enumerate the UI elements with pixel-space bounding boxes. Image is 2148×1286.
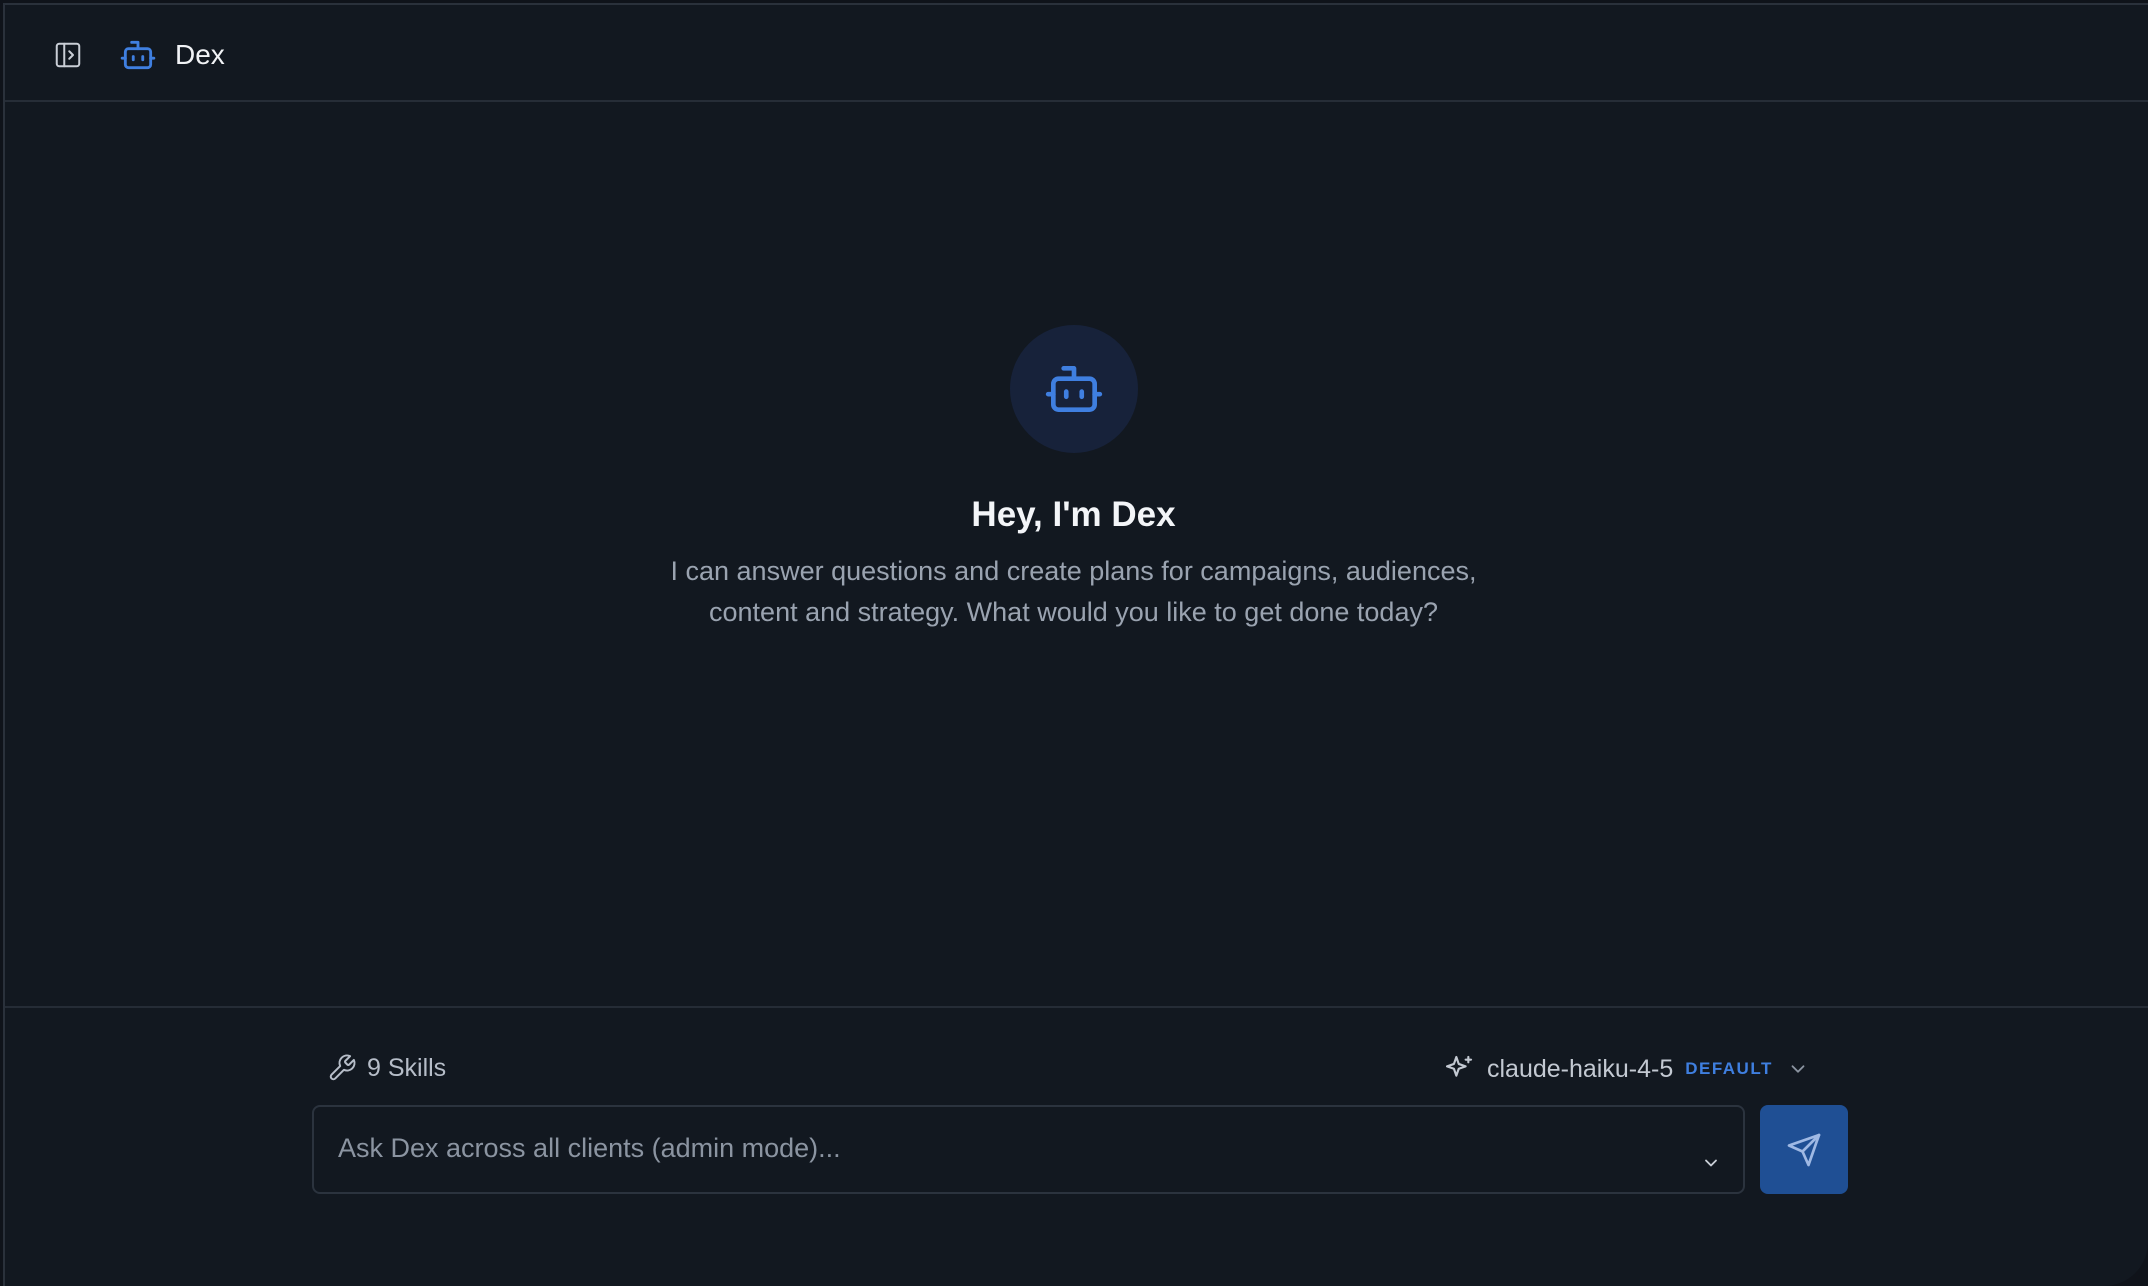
page-title: Dex xyxy=(175,39,225,70)
sidebar-toggle-icon xyxy=(55,42,81,68)
chat-input-container xyxy=(312,1105,1745,1194)
chat-input[interactable] xyxy=(314,1107,1743,1169)
header-bar: Dex xyxy=(5,5,2148,102)
robot-icon xyxy=(1045,366,1102,412)
sidebar-toggle-button[interactable] xyxy=(51,38,85,72)
welcome-title: Hey, I'm Dex xyxy=(971,495,1176,534)
send-button[interactable] xyxy=(1760,1105,1848,1194)
model-name: claude-haiku-4-5 xyxy=(1487,1054,1674,1083)
robot-icon xyxy=(120,40,156,70)
skills-button[interactable]: 9 Skills xyxy=(327,1053,446,1083)
send-icon xyxy=(1787,1133,1821,1166)
wrench-icon xyxy=(329,1054,356,1081)
sparkles-icon xyxy=(1445,1055,1473,1077)
app-window: Dex Hey, I'm Dex I can answer questions … xyxy=(3,3,2148,1286)
chevron-down-icon xyxy=(1787,1058,1809,1080)
assistant-avatar xyxy=(1009,325,1138,453)
model-selector[interactable]: claude-haiku-4-5 DEFAULT xyxy=(1443,1053,1809,1085)
composer-divider xyxy=(5,1006,2148,1008)
input-expand-button[interactable] xyxy=(1699,1151,1723,1175)
welcome-subtitle: I can answer questions and create plans … xyxy=(670,556,1477,627)
welcome-section: Hey, I'm Dex I can answer questions and … xyxy=(5,325,2148,633)
chevron-down-icon xyxy=(1705,1159,1717,1167)
skills-label: 9 Skills xyxy=(367,1053,447,1082)
model-default-badge: DEFAULT xyxy=(1685,1059,1773,1078)
